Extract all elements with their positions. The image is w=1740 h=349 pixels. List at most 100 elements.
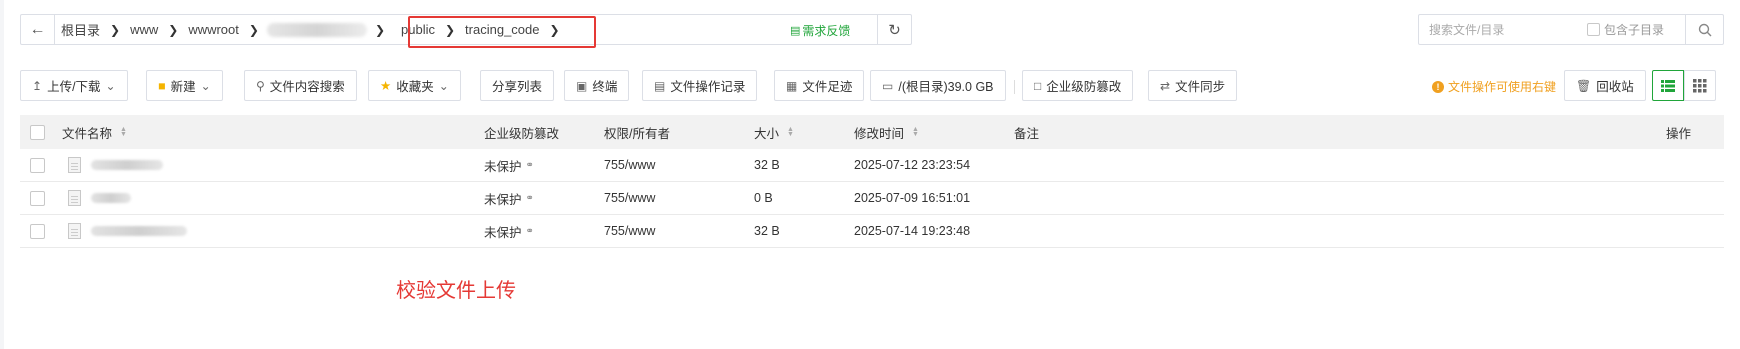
tamper-status[interactable]: 未保护 ⚭ — [484, 222, 534, 241]
col-size-header[interactable]: 大小 ▲ ▼ — [754, 123, 794, 142]
annotation-text: 校验文件上传 — [396, 280, 516, 302]
file-sync-button[interactable]: ⇄ 文件同步 — [1148, 70, 1238, 101]
checkbox-icon — [30, 157, 45, 173]
new-button[interactable]: ■ 新建 ⌄ — [146, 70, 223, 101]
upload-download-label: 上传/下载 — [47, 80, 101, 94]
lock-icon: ⚭ — [525, 159, 534, 171]
footprint-button[interactable]: ▦ 文件足迹 — [774, 70, 865, 101]
terminal-icon: ▣ — [576, 78, 588, 93]
file-name[interactable] — [68, 190, 131, 206]
file-size: 0 B — [754, 191, 773, 205]
select-all-checkbox[interactable] — [30, 124, 45, 140]
permission[interactable]: 755/www — [604, 191, 655, 205]
chevron-right-icon: ❯ — [374, 22, 386, 37]
right-click-tip: ! 文件操作可使用右键 — [1432, 78, 1556, 95]
file-log-button[interactable]: ▤ 文件操作记录 — [642, 70, 758, 101]
crumb-root[interactable]: 根目录 — [55, 20, 106, 39]
star-icon: ★ — [380, 79, 392, 93]
search-icon — [1698, 23, 1711, 36]
upload-download-button[interactable]: ↥ 上传/下载 ⌄ — [20, 70, 128, 101]
file-icon — [68, 223, 81, 239]
file-manager-page: ← 根目录 ❯ www ❯ wwwroot ❯ ❯ public ❯ traci… — [4, 0, 1740, 349]
arrow-left-icon: ← — [29, 20, 46, 38]
back-button[interactable]: ← — [21, 15, 55, 44]
table-row[interactable]: 未保护 ⚭ 755/www 32 B 2025-07-14 19:23:48 — [20, 215, 1724, 248]
col-name-label: 文件名称 — [62, 126, 113, 141]
checkbox-icon — [30, 223, 45, 239]
tamper-status-label: 未保护 — [484, 159, 522, 174]
footprint-label: 文件足迹 — [802, 80, 853, 94]
col-mtime-label: 修改时间 — [854, 126, 905, 141]
right-click-tip-label: 文件操作可使用右键 — [1448, 80, 1557, 94]
col-perm-header: 权限/所有者 — [604, 126, 670, 141]
col-mtime-header[interactable]: 修改时间 ▲ ▼ — [854, 123, 919, 142]
new-label: 新建 — [170, 80, 196, 94]
disk-button[interactable]: ▭ /(根目录)39.0 GB — [870, 70, 1006, 101]
file-name[interactable] — [68, 223, 187, 239]
permission[interactable]: 755/www — [604, 158, 655, 172]
file-size: 32 B — [754, 158, 780, 172]
share-list-label: 分享列表 — [492, 80, 543, 94]
recycle-bin-button[interactable]: 🗑 回收站 — [1564, 70, 1646, 101]
grid-view-icon — [1693, 78, 1707, 92]
grid-view-button[interactable] — [1684, 70, 1716, 101]
include-subdir-checkbox[interactable]: 包含子目录 — [1587, 21, 1664, 38]
chevron-down-icon: ⌄ — [105, 78, 116, 93]
refresh-icon: ↻ — [888, 21, 901, 39]
permission[interactable]: 755/www — [604, 224, 655, 238]
crumb-www[interactable]: www — [124, 22, 164, 37]
tamper-status[interactable]: 未保护 ⚭ — [484, 189, 534, 208]
sort-icon: ▲ ▼ — [787, 126, 794, 138]
chevron-right-icon: ❯ — [110, 22, 121, 37]
col-tamper-header: 企业级防篡改 — [484, 126, 560, 141]
modified-time: 2025-07-12 23:23:54 — [854, 158, 971, 172]
chevron-down-icon: ⌄ — [438, 78, 449, 93]
folder-icon: ■ — [158, 78, 166, 93]
upload-icon: ↥ — [32, 78, 43, 93]
terminal-button[interactable]: ▣ 终端 — [564, 70, 630, 101]
table-row[interactable]: 未保护 ⚭ 755/www 0 B 2025-07-09 16:51:01 — [20, 182, 1724, 215]
lock-icon: ⚭ — [525, 225, 534, 237]
list-view-icon — [1661, 79, 1675, 92]
tamper-status[interactable]: 未保护 ⚭ — [484, 156, 534, 175]
share-list-button[interactable]: 分享列表 — [480, 70, 555, 101]
row-checkbox[interactable] — [30, 157, 45, 173]
file-size: 32 B — [754, 224, 780, 238]
refresh-button[interactable]: ↻ — [877, 15, 911, 44]
file-name[interactable] — [68, 157, 163, 173]
divider — [1014, 80, 1015, 94]
terminal-label: 终端 — [592, 80, 618, 94]
list-view-button[interactable] — [1652, 70, 1684, 101]
file-log-label: 文件操作记录 — [670, 80, 746, 94]
row-checkbox[interactable] — [30, 223, 45, 239]
chevron-right-icon: ❯ — [248, 22, 259, 37]
tamper-proof-button[interactable]: □ 企业级防篡改 — [1022, 70, 1134, 101]
disk-label: /(根目录)39.0 GB — [898, 80, 994, 94]
row-checkbox[interactable] — [30, 190, 45, 206]
calendar-icon: ▦ — [786, 78, 798, 93]
file-table: 文件名称 ▲ ▼ 企业级防篡改 权限/所有者 大小 ▲ ▼ 修改时间 ▲ ▼ 备注 操… — [20, 115, 1724, 248]
modified-time: 2025-07-09 16:51:01 — [854, 191, 971, 205]
search-input[interactable] — [1419, 16, 1579, 43]
crumb-wwwroot[interactable]: wwwroot — [182, 22, 245, 37]
chevron-down-icon: ⌄ — [200, 78, 211, 93]
modified-time: 2025-07-14 19:23:48 — [854, 224, 971, 238]
file-icon — [68, 157, 81, 173]
table-row[interactable]: 未保护 ⚭ 755/www 32 B 2025-07-12 23:23:54 — [20, 149, 1724, 182]
chevron-right-icon: ❯ — [168, 22, 179, 37]
file-sync-label: 文件同步 — [1175, 80, 1226, 94]
search-button[interactable] — [1685, 15, 1723, 44]
info-icon: ! — [1432, 80, 1444, 93]
checkbox-icon — [1587, 23, 1600, 36]
feedback-link[interactable]: ▤ 需求反馈 — [790, 22, 850, 39]
redacted-filename — [91, 226, 187, 236]
disk-icon: ▭ — [882, 78, 894, 93]
favorites-button[interactable]: ★ 收藏夹 ⌄ — [368, 70, 461, 101]
trash-icon: 🗑 — [1576, 78, 1592, 93]
content-search-button[interactable]: ⚲ 文件内容搜索 — [244, 70, 357, 101]
col-name-header[interactable]: 文件名称 ▲ ▼ — [62, 123, 127, 142]
log-icon: ▤ — [654, 78, 666, 93]
include-subdir-label: 包含子目录 — [1604, 23, 1665, 37]
checkbox-icon — [30, 190, 45, 206]
col-size-label: 大小 — [754, 126, 780, 141]
